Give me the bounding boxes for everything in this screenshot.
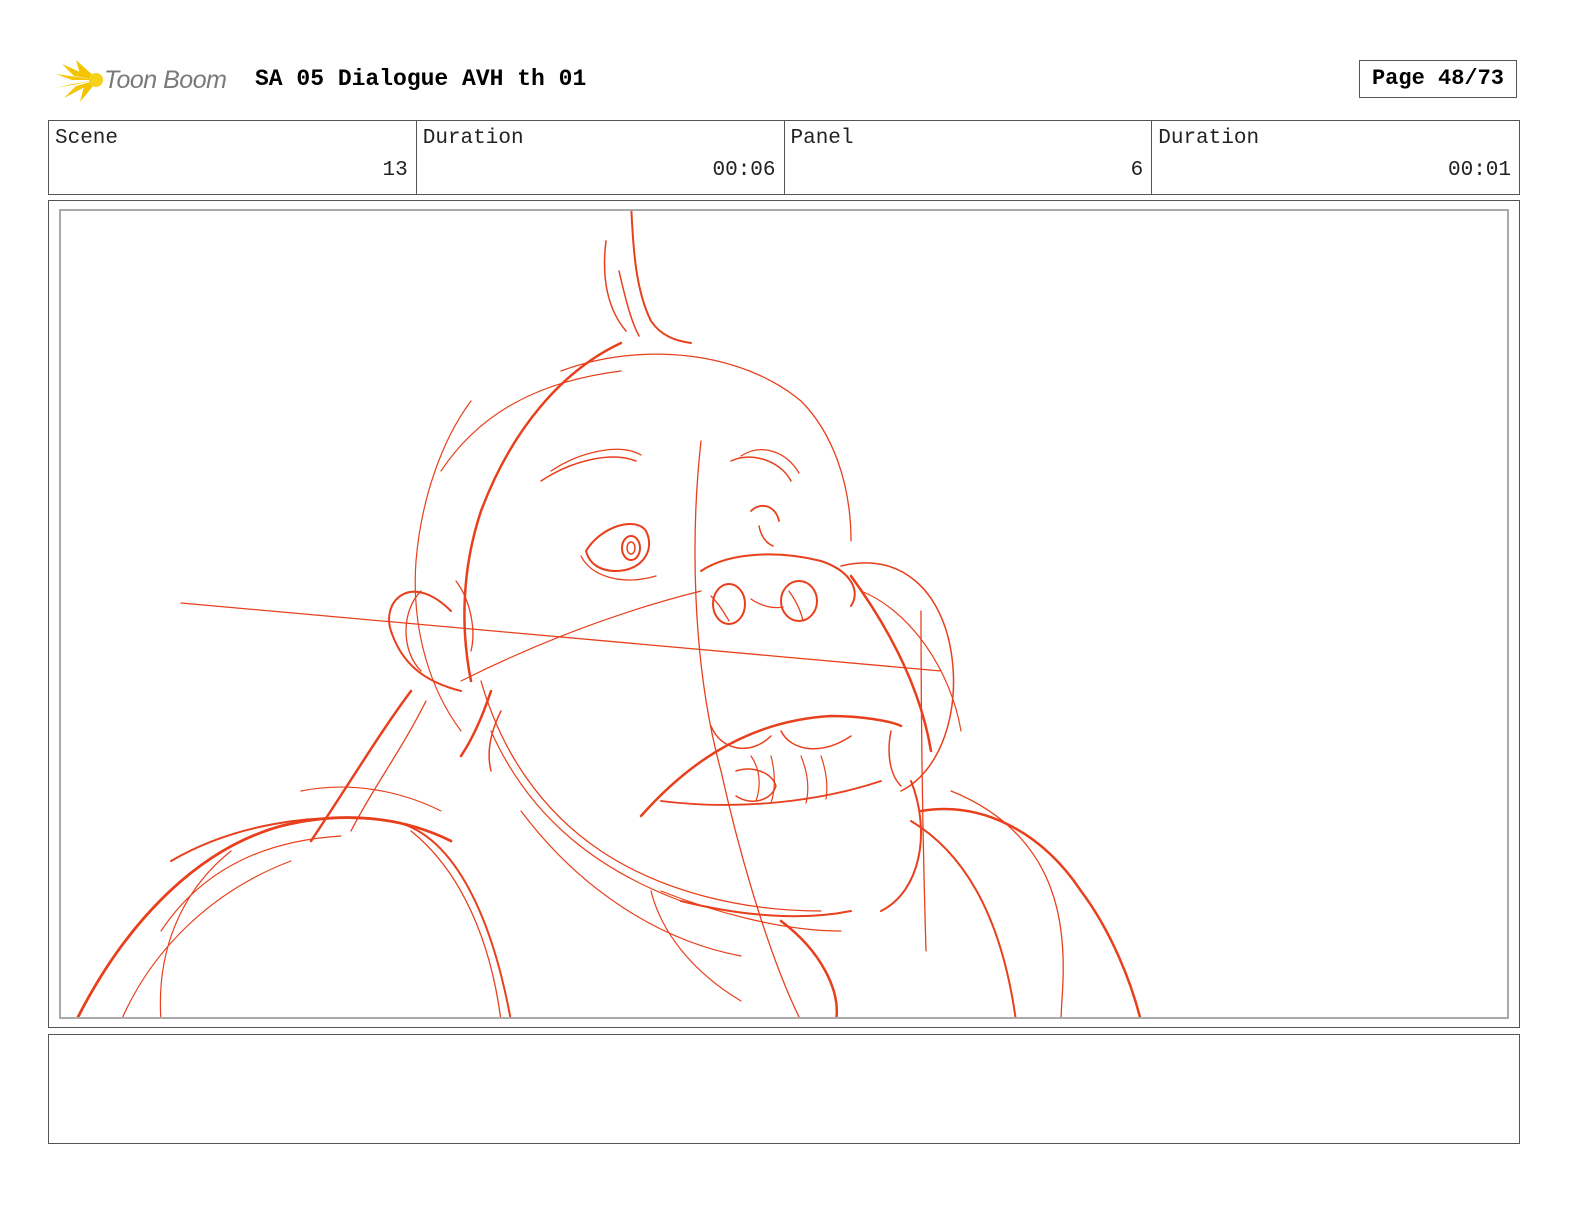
- panel-cell: Panel 6: [783, 121, 1152, 194]
- starburst-icon: [56, 60, 103, 102]
- scene-label: Scene: [55, 127, 119, 150]
- panel-duration-label: Duration: [1158, 127, 1260, 150]
- toon-boom-logo: Toon Boom: [52, 56, 242, 104]
- logo-wordmark: Toon Boom: [104, 66, 227, 94]
- page-indicator: Page 48/73: [1359, 60, 1517, 98]
- storyboard-header: Toon Boom SA 05 Dialogue AVH th 01 Page …: [52, 56, 1520, 104]
- scene-cell: Scene 13: [49, 121, 416, 194]
- scene-duration-cell: Duration 00:06: [415, 121, 784, 194]
- panel-frame: [59, 209, 1509, 1019]
- scene-duration-label: Duration: [422, 127, 524, 150]
- storyboard-panel: [48, 200, 1520, 1028]
- panel-duration-cell: Duration 00:01: [1151, 121, 1519, 194]
- character-sketch: [76, 211, 1142, 1017]
- scene-duration-value: 00:06: [712, 159, 776, 182]
- panel-label: Panel: [790, 127, 854, 150]
- panel-value: 6: [1130, 159, 1144, 182]
- scene-info-table: Scene 13 Duration 00:06 Panel 6 Duration…: [48, 120, 1520, 195]
- panel-notes-box: [48, 1034, 1520, 1144]
- document-title: SA 05 Dialogue AVH th 01: [255, 66, 587, 92]
- scene-value: 13: [382, 159, 408, 182]
- panel-duration-value: 00:01: [1447, 159, 1511, 182]
